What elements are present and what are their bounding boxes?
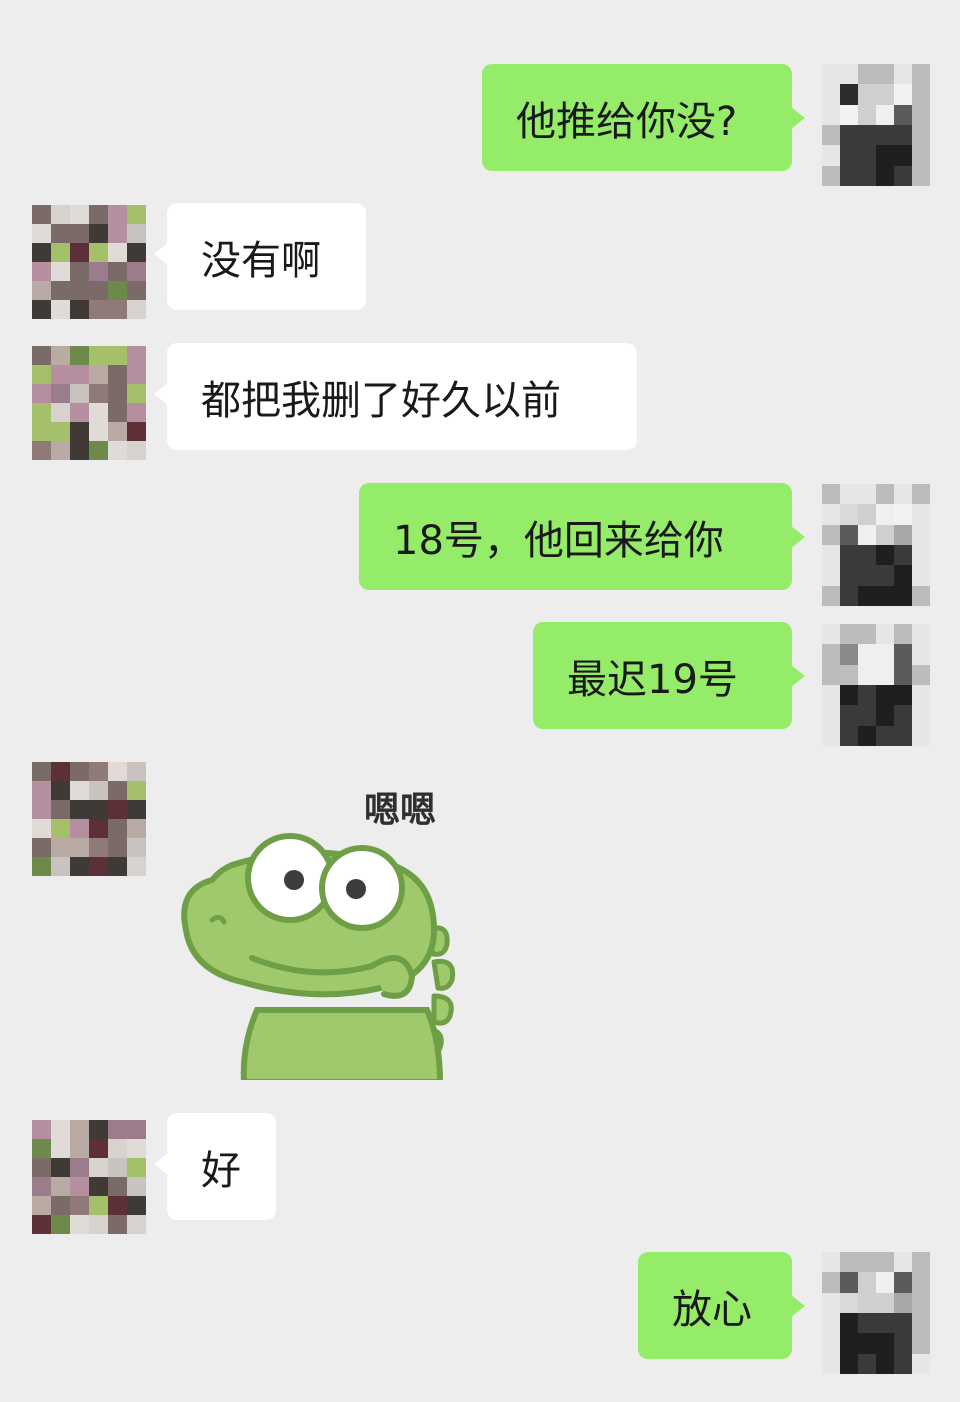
outgoing-message-bubble[interactable]: 18号，他回来给你: [359, 483, 805, 590]
self-avatar[interactable]: [822, 1252, 930, 1374]
outgoing-message-bubble[interactable]: 最迟19号: [533, 622, 805, 729]
outgoing-message-bubble[interactable]: 放心: [638, 1252, 805, 1359]
self-avatar[interactable]: [822, 624, 930, 746]
outgoing-message-bubble[interactable]: 他推给你没?: [482, 64, 805, 171]
message-text: 没有啊: [201, 237, 321, 284]
chat-area[interactable]: 他推给你没? 没有啊 都把我删了好久以前 18号，他回来给你 最迟19号 嗯嗯 …: [0, 0, 960, 1402]
message-text: 放心: [672, 1286, 752, 1333]
contact-avatar[interactable]: [32, 1120, 146, 1234]
incoming-message-bubble[interactable]: 都把我删了好久以前: [154, 343, 637, 450]
self-avatar[interactable]: [822, 484, 930, 606]
contact-avatar[interactable]: [32, 762, 146, 876]
incoming-message-bubble[interactable]: 好: [154, 1113, 276, 1220]
frog-sticker[interactable]: 嗯嗯: [172, 770, 482, 1080]
message-text: 18号，他回来给你: [393, 517, 724, 564]
contact-avatar[interactable]: [32, 346, 146, 460]
self-avatar[interactable]: [822, 64, 930, 186]
message-text: 好: [201, 1147, 241, 1194]
contact-avatar[interactable]: [32, 205, 146, 319]
incoming-message-bubble[interactable]: 没有啊: [154, 203, 366, 310]
message-text: 他推给你没?: [516, 98, 738, 145]
message-text: 都把我删了好久以前: [201, 377, 561, 424]
message-text: 最迟19号: [567, 656, 738, 703]
sticker-text: 嗯嗯: [364, 790, 436, 831]
